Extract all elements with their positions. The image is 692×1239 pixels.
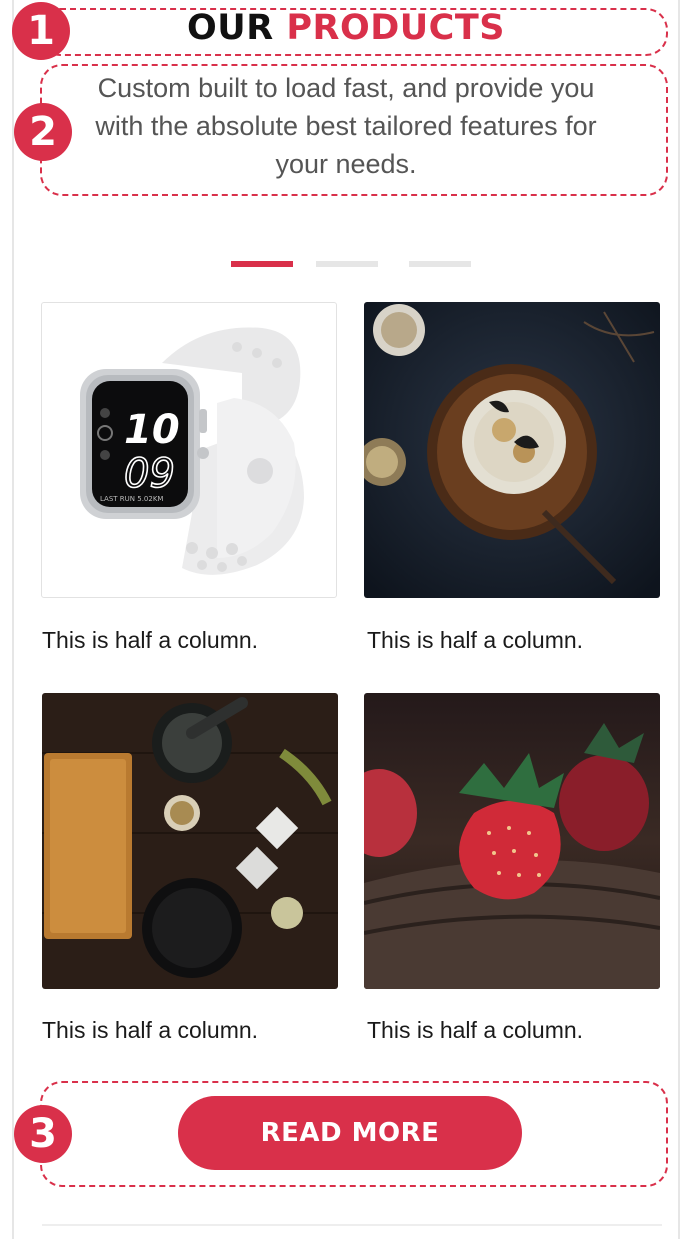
step-marker-2: 2 <box>14 103 72 161</box>
watch-hour: 10 <box>124 407 180 453</box>
product-card-image-1[interactable]: 10 09 LAST RUN 5.02KM <box>41 302 337 598</box>
card-caption-3: This is half a column. <box>42 1017 259 1043</box>
watch-info: LAST RUN 5.02KM <box>100 495 163 503</box>
smartwatch-image: 10 09 LAST RUN 5.02KM <box>80 327 304 575</box>
carousel-dot-2[interactable] <box>316 261 378 267</box>
title-word-products: PRODUCTS <box>286 8 505 48</box>
kitchen-tools-image <box>42 693 338 989</box>
product-card-image-3[interactable] <box>42 693 338 989</box>
step-marker-1: 1 <box>12 2 70 60</box>
section-subtitle: Custom built to load fast, and provide y… <box>70 69 622 183</box>
watch-minute: 09 <box>124 451 175 497</box>
card-caption-2: This is half a column. <box>367 627 584 653</box>
read-more-button[interactable]: READ MORE <box>178 1096 522 1170</box>
footer-divider <box>42 1224 662 1226</box>
carousel-indicators <box>0 261 692 269</box>
card-caption-1: This is half a column. <box>42 627 259 653</box>
product-card-image-4[interactable] <box>364 693 660 989</box>
product-card-image-2[interactable] <box>364 302 660 598</box>
carousel-dot-3[interactable] <box>409 261 471 267</box>
section-title: OUR PRODUCTS <box>0 8 692 48</box>
subtitle-line-1: Custom built to load fast, and provide y… <box>97 73 595 103</box>
carousel-dot-1[interactable] <box>231 261 293 267</box>
step-marker-3: 3 <box>14 1105 72 1163</box>
card-caption-4: This is half a column. <box>367 1017 584 1043</box>
dessert-image <box>364 302 660 598</box>
subtitle-line-3: your needs. <box>275 149 417 179</box>
title-word-our: OUR <box>187 8 274 48</box>
subtitle-line-2: with the absolute best tailored features… <box>95 111 597 141</box>
strawberries-image <box>364 693 660 989</box>
